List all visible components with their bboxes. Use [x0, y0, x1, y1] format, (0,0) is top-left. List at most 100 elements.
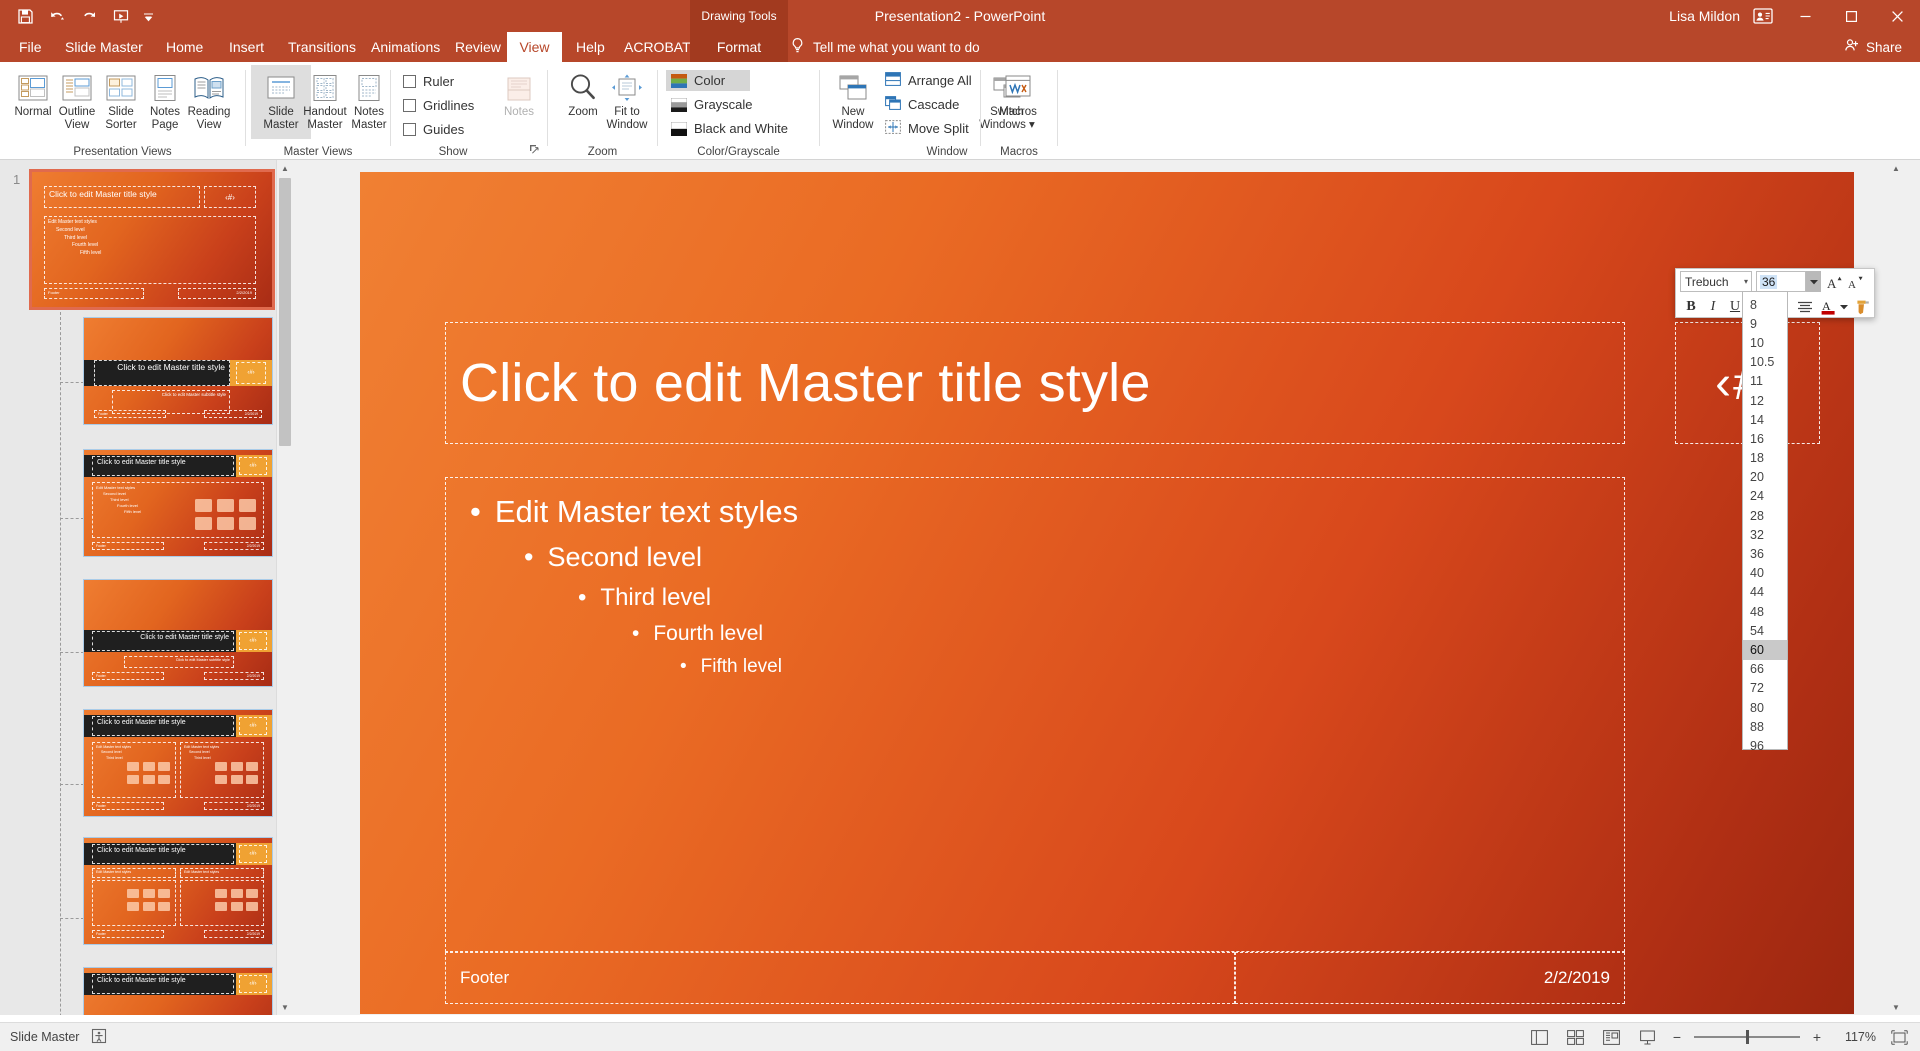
- start-presentation-icon[interactable]: [106, 2, 136, 30]
- tab-format[interactable]: Format: [690, 32, 788, 62]
- italic-button[interactable]: I: [1702, 295, 1724, 318]
- font-size-option[interactable]: 24: [1743, 487, 1787, 506]
- canvas-scrollbar[interactable]: ▲ ▼: [1888, 160, 1904, 1015]
- checkbox-gridlines[interactable]: Gridlines: [399, 94, 499, 116]
- format-painter-button[interactable]: [1852, 295, 1874, 318]
- font-size-option[interactable]: 12: [1743, 391, 1787, 410]
- checkbox-ruler[interactable]: Ruler: [399, 70, 491, 92]
- thumbnail-layout-section-header[interactable]: Click to edit Master title style ‹#› Cli…: [83, 579, 273, 687]
- font-size-option[interactable]: 48: [1743, 602, 1787, 621]
- font-size-combo[interactable]: 36: [1756, 271, 1806, 292]
- scrollbar-thumb[interactable]: [279, 178, 291, 446]
- font-size-option[interactable]: 66: [1743, 660, 1787, 679]
- title-placeholder[interactable]: Click to edit Master title style: [445, 322, 1625, 444]
- grow-font-button[interactable]: A: [1824, 270, 1846, 293]
- user-name-label[interactable]: Lisa Mildon: [1669, 0, 1740, 32]
- color-mode-black-and-white[interactable]: Black and White: [666, 118, 808, 139]
- canvas-scroll-up-arrow-icon[interactable]: ▲: [1888, 160, 1904, 176]
- macros-button[interactable]: Macros: [988, 65, 1048, 139]
- tab-transitions[interactable]: Transitions: [277, 32, 367, 62]
- font-size-option[interactable]: 11: [1743, 372, 1787, 391]
- font-color-button[interactable]: A: [1818, 295, 1838, 318]
- font-size-option[interactable]: 28: [1743, 506, 1787, 525]
- accessibility-icon[interactable]: [91, 1028, 107, 1047]
- slide-thumbnail-pane[interactable]: 1 Click to edit Master title style ‹#› E: [0, 160, 292, 1015]
- font-size-option[interactable]: 10: [1743, 333, 1787, 352]
- bold-button[interactable]: B: [1680, 295, 1702, 318]
- font-color-caret-icon[interactable]: [1838, 295, 1850, 318]
- slideshow-button[interactable]: [1634, 1026, 1660, 1048]
- font-size-option[interactable]: 32: [1743, 525, 1787, 544]
- tab-acrobat[interactable]: ACROBAT: [613, 32, 702, 62]
- thumbnail-pane-scrollbar[interactable]: ▲ ▼: [276, 160, 292, 1015]
- minimize-button[interactable]: [1782, 0, 1828, 32]
- font-size-option[interactable]: 10.5: [1743, 353, 1787, 372]
- save-icon[interactable]: [10, 2, 40, 30]
- scroll-up-arrow-icon[interactable]: ▲: [277, 160, 292, 176]
- share-button[interactable]: Share: [1836, 32, 1910, 62]
- tab-slide-master[interactable]: Slide Master: [54, 32, 154, 62]
- cascade-button[interactable]: Cascade: [880, 94, 966, 115]
- fit-slide-to-window-icon[interactable]: [1886, 1026, 1912, 1048]
- zoom-out-button[interactable]: −: [1670, 1029, 1684, 1045]
- font-size-option[interactable]: 54: [1743, 621, 1787, 640]
- font-size-option[interactable]: 72: [1743, 679, 1787, 698]
- scroll-down-arrow-icon[interactable]: ▼: [277, 999, 292, 1015]
- normal-view-button[interactable]: [1526, 1026, 1552, 1048]
- new-window-button[interactable]: New Window: [823, 65, 883, 139]
- tab-view[interactable]: View: [507, 32, 562, 62]
- arrange-all-button[interactable]: Arrange All: [880, 70, 976, 91]
- thumbnail-layout-title-slide[interactable]: Click to edit Master title style ‹#› Cli…: [83, 317, 273, 425]
- tell-me-search[interactable]: Tell me what you want to do: [790, 32, 980, 62]
- tab-file[interactable]: File: [8, 32, 53, 62]
- thumbnail-layout-comparison[interactable]: Click to edit Master title style ‹#› Edi…: [83, 837, 273, 945]
- tab-animations[interactable]: Animations: [360, 32, 451, 62]
- reading-view-button[interactable]: Reading View: [179, 65, 239, 139]
- font-name-combo[interactable]: Trebuch ▾: [1680, 271, 1752, 292]
- font-size-option[interactable]: 20: [1743, 468, 1787, 487]
- font-size-option[interactable]: 40: [1743, 564, 1787, 583]
- font-size-option[interactable]: 80: [1743, 698, 1787, 717]
- zoom-slider-handle[interactable]: [1746, 1030, 1749, 1044]
- thumbnail-layout-title-only[interactable]: Click to edit Master title style ‹#›: [83, 967, 273, 1015]
- zoom-slider[interactable]: [1694, 1029, 1800, 1045]
- font-size-option[interactable]: 88: [1743, 717, 1787, 736]
- checkbox-guides[interactable]: Guides: [399, 118, 491, 140]
- undo-icon[interactable]: [42, 2, 72, 30]
- font-size-dropdown-button[interactable]: [1806, 271, 1821, 292]
- tab-insert[interactable]: Insert: [218, 32, 275, 62]
- color-mode-color[interactable]: Color: [666, 70, 750, 91]
- maximize-button[interactable]: [1828, 0, 1874, 32]
- font-size-option[interactable]: 9: [1743, 314, 1787, 333]
- slide-sorter-button[interactable]: [1562, 1026, 1588, 1048]
- redo-icon[interactable]: [74, 2, 104, 30]
- font-size-option[interactable]: 18: [1743, 449, 1787, 468]
- reading-view-button[interactable]: [1598, 1026, 1624, 1048]
- font-size-dropdown-list[interactable]: 8 9 10 10.5 11 12 14 16 18 20 24 28 32 3…: [1742, 291, 1788, 753]
- zoom-in-button[interactable]: +: [1810, 1029, 1824, 1045]
- tab-help[interactable]: Help: [565, 32, 616, 62]
- align-button[interactable]: [1794, 295, 1816, 318]
- footer-placeholder[interactable]: Footer: [445, 952, 1235, 1004]
- customize-qat-icon[interactable]: [138, 2, 158, 30]
- font-size-option[interactable]: 36: [1743, 544, 1787, 563]
- date-placeholder[interactable]: 2/2/2019: [1235, 952, 1625, 1004]
- close-button[interactable]: [1874, 0, 1920, 32]
- font-size-option[interactable]: 44: [1743, 583, 1787, 602]
- font-name-caret-icon[interactable]: ▾: [1744, 277, 1748, 286]
- fit-to-window-button[interactable]: Fit to Window: [597, 65, 657, 139]
- show-dialog-launcher-icon[interactable]: [529, 144, 539, 157]
- font-size-option[interactable]: 16: [1743, 429, 1787, 448]
- account-icon[interactable]: [1746, 0, 1780, 32]
- canvas-scroll-down-arrow-icon[interactable]: ▼: [1888, 999, 1904, 1015]
- thumbnail-layout-two-content[interactable]: Click to edit Master title style ‹#› Edi…: [83, 709, 273, 817]
- body-placeholder[interactable]: • Edit Master text styles • Second level…: [445, 477, 1625, 952]
- color-mode-grayscale[interactable]: Grayscale: [666, 94, 770, 115]
- tab-home[interactable]: Home: [155, 32, 214, 62]
- move-split-button[interactable]: Move Split: [880, 118, 978, 139]
- font-size-option[interactable]: 96: [1743, 736, 1787, 755]
- shrink-font-button[interactable]: A: [1846, 270, 1866, 293]
- slide-editing-canvas[interactable]: Click to edit Master title style • Edit …: [292, 160, 1904, 1015]
- thumbnail-layout-title-and-content[interactable]: Click to edit Master title style ‹#› Edi…: [83, 449, 273, 557]
- font-size-option-selected[interactable]: 60: [1743, 640, 1787, 660]
